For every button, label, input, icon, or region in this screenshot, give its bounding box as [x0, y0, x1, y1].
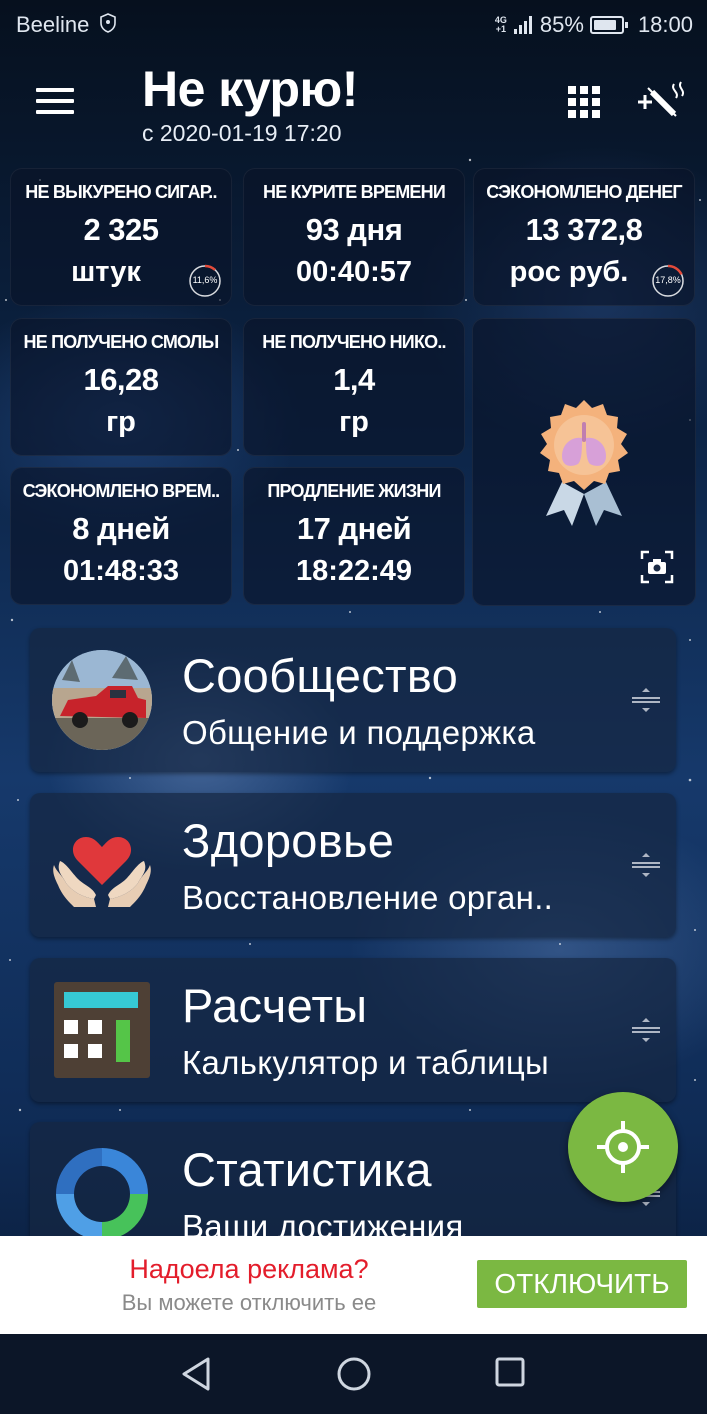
battery-fill — [593, 20, 617, 30]
signal-icon — [513, 16, 532, 34]
hamburger-menu-icon[interactable] — [36, 88, 74, 118]
locate-fab[interactable] — [568, 1092, 678, 1202]
menu-item-community[interactable]: Сообщество Общение и поддержка — [30, 628, 676, 772]
disable-ads-button[interactable]: ОТКЛЮЧИТЬ — [477, 1260, 687, 1308]
stat-value: 16,28 — [83, 362, 159, 397]
grid-icon[interactable] — [568, 86, 602, 120]
menu-item-subtitle: Восстановление орган.. — [182, 879, 554, 916]
battery-icon — [589, 16, 628, 34]
lungs-medal-icon — [540, 400, 628, 526]
drag-handle-icon[interactable] — [632, 1018, 660, 1042]
system-nav-bar — [0, 1334, 707, 1414]
heart-hands-icon — [53, 837, 151, 907]
stat-value: 13 372,8 — [525, 212, 643, 247]
menu-item-calculations[interactable]: Расчеты Калькулятор и таблицы — [30, 958, 676, 1102]
stat-unit: гр — [106, 406, 136, 438]
stat-label: НЕ ВЫКУРЕНО СИГАР.. — [25, 182, 217, 202]
stat-tile-tar[interactable]: НЕ ПОЛУЧЕНО СМОЛЫ 16,28 гр — [10, 318, 232, 456]
stat-value: 8 дней — [72, 511, 170, 546]
network-type: 4G +1 — [494, 16, 508, 34]
ad-subtitle: Вы можете отключить ее — [121, 1290, 377, 1315]
drag-handle-icon[interactable] — [632, 688, 660, 712]
ad-title: Надоела реклама? — [129, 1254, 369, 1284]
stat-label: НЕ ПОЛУЧЕНО НИКО.. — [262, 332, 446, 352]
statistics-icon — [56, 1148, 148, 1240]
car-photo — [52, 650, 152, 750]
menu-item-subtitle: Общение и поддержка — [182, 714, 536, 751]
progress-ring: 11,6% — [188, 264, 222, 298]
recent-apps-icon[interactable] — [494, 1356, 528, 1390]
battery-percent: 85% — [539, 12, 584, 37]
progress-ring: 17,8% — [651, 264, 685, 298]
calculator-icon — [54, 982, 150, 1078]
camera-icon[interactable] — [640, 550, 674, 584]
stat-value: 17 дней — [296, 511, 412, 546]
stat-value: 2 325 — [83, 212, 159, 247]
add-cigarette-icon[interactable] — [636, 80, 686, 124]
carrier-name: Beeline — [16, 12, 90, 37]
app-header: Не курю! с 2020-01-19 17:20 — [0, 48, 707, 158]
stat-label: НЕ ПОЛУЧЕНО СМОЛЫ — [23, 332, 220, 352]
clock: 18:00 — [637, 12, 693, 37]
stat-tile-money[interactable]: СЭКОНОМЛЕНО ДЕНЕГ 13 372,8 рос руб. 17,8… — [473, 168, 695, 306]
stat-tile-life-extension[interactable]: ПРОДЛЕНИЕ ЖИЗНИ 17 дней 18:22:49 — [243, 467, 465, 605]
app-title: Не курю! — [142, 61, 358, 117]
network-sub-label: +1 — [495, 24, 507, 34]
quit-date: с 2020-01-19 17:20 — [142, 120, 342, 146]
stat-tile-saved-time[interactable]: СЭКОНОМЛЕНО ВРЕМ.. 8 дней 01:48:33 — [10, 467, 232, 605]
stat-label: НЕ КУРИТЕ ВРЕМЕНИ — [263, 182, 446, 202]
stat-unit: 01:48:33 — [62, 555, 180, 587]
stat-value: 1,4 — [333, 362, 375, 397]
shield-icon — [100, 13, 116, 33]
menu-item-subtitle: Калькулятор и таблицы — [182, 1044, 550, 1081]
back-icon[interactable] — [180, 1356, 214, 1392]
achievement-tile[interactable] — [472, 318, 696, 606]
stat-unit: гр — [339, 406, 369, 438]
community-avatar — [52, 650, 152, 750]
progress-ring-label: 11,6% — [192, 275, 218, 285]
status-bar: Beeline 4G +1 85% 18:00 — [0, 0, 707, 48]
stat-value: 93 дня — [305, 212, 403, 247]
menu-item-health[interactable]: Здоровье Восстановление орган.. — [30, 793, 676, 937]
menu-item-title: Статистика — [182, 1143, 432, 1196]
stat-tile-nicotine[interactable]: НЕ ПОЛУЧЕНО НИКО.. 1,4 гр — [243, 318, 465, 456]
stat-label: СЭКОНОМЛЕНО ДЕНЕГ — [486, 182, 682, 202]
stat-label: СЭКОНОМЛЕНО ВРЕМ.. — [22, 481, 221, 501]
stat-unit: 00:40:57 — [295, 256, 413, 288]
stat-unit: 18:22:49 — [295, 555, 413, 587]
stat-label: ПРОДЛЕНИЕ ЖИЗНИ — [267, 481, 441, 501]
drag-handle-icon[interactable] — [632, 853, 660, 877]
home-icon[interactable] — [336, 1356, 372, 1392]
ad-banner: Надоела реклама? Вы можете отключить ее … — [0, 1236, 707, 1334]
menu-item-title: Сообщество — [182, 649, 459, 702]
progress-ring-label: 17,8% — [655, 275, 681, 285]
stat-tile-time[interactable]: НЕ КУРИТЕ ВРЕМЕНИ 93 дня 00:40:57 — [243, 168, 465, 306]
status-right: 4G +1 85% 18:00 — [494, 12, 693, 38]
menu-item-title: Расчеты — [182, 979, 368, 1032]
crosshair-icon — [597, 1121, 649, 1173]
stat-tile-cigarettes[interactable]: НЕ ВЫКУРЕНО СИГАР.. 2 325 штук 11,6% — [10, 168, 232, 306]
menu-item-title: Здоровье — [182, 814, 395, 867]
